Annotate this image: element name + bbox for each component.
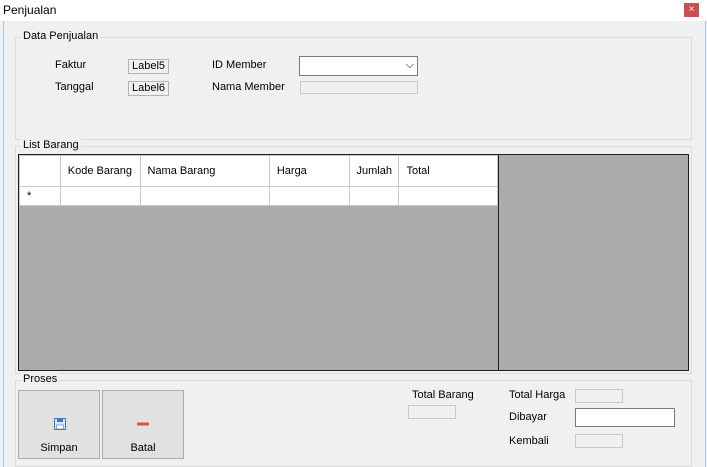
kembali-label: Kembali [509,435,549,447]
column-header-total[interactable]: Total [398,155,498,187]
close-icon: × [688,4,695,15]
dibayar-input[interactable] [575,408,675,427]
kembali-field[interactable] [575,434,623,448]
tanggal-value: Label6 [128,81,170,96]
faktur-label: Faktur [55,59,87,71]
id-member-dropdown[interactable]: ⌵ [299,56,418,76]
new-row-marker: * [19,186,61,206]
data-penjualan-title: Data Penjualan [21,30,101,42]
proses-title: Proses [21,373,60,385]
new-row[interactable]: * [19,186,498,206]
chevron-down-icon: ⌵ [405,59,414,71]
close-button[interactable]: × [684,3,699,17]
column-header-kode-barang[interactable]: Kode Barang [59,155,141,187]
total-harga-label: Total Harga [509,389,566,401]
tanggal-label: Tanggal [55,81,94,93]
dibayar-label: Dibayar [509,411,547,423]
grid-header-row: Kode Barang Nama Barang Harga Jumlah Tot… [19,155,498,187]
data-penjualan-group: Data Penjualan Faktur Label5 Tanggal Lab… [15,30,692,140]
nama-member-field[interactable] [300,81,418,94]
new-row-cell-nama-barang[interactable] [139,186,270,206]
total-barang-field[interactable] [408,405,456,419]
batal-button[interactable]: Batal [102,390,184,459]
simpan-button[interactable]: Simpan [18,390,100,459]
nama-member-label: Nama Member [212,81,285,93]
title-bar: Penjualan × [0,0,707,21]
list-barang-grid[interactable]: Kode Barang Nama Barang Harga Jumlah Tot… [18,154,499,371]
column-header-jumlah[interactable]: Jumlah [348,155,400,187]
faktur-value: Label5 [128,59,170,74]
row-header-corner [19,155,61,187]
column-header-harga[interactable]: Harga [268,155,350,187]
new-row-cell-total[interactable] [398,186,498,206]
simpan-label: Simpan [40,442,78,454]
new-row-cell-harga[interactable] [268,186,350,206]
new-row-cell-kode-barang[interactable] [59,186,141,206]
side-panel [498,154,689,371]
column-header-nama-barang[interactable]: Nama Barang [139,155,270,187]
window-title: Penjualan [3,3,57,17]
floppy-disk-icon [54,418,66,430]
new-row-cell-jumlah[interactable] [348,186,400,206]
window-client-area: Data Penjualan Faktur Label5 Tanggal Lab… [3,21,706,467]
batal-label: Batal [130,442,156,454]
total-harga-field[interactable] [575,389,623,403]
id-member-label: ID Member [212,59,267,71]
minus-icon [137,422,149,426]
total-barang-label: Total Barang [412,389,474,401]
list-barang-table: Kode Barang Nama Barang Harga Jumlah Tot… [19,155,498,206]
list-barang-title: List Barang [21,139,81,151]
